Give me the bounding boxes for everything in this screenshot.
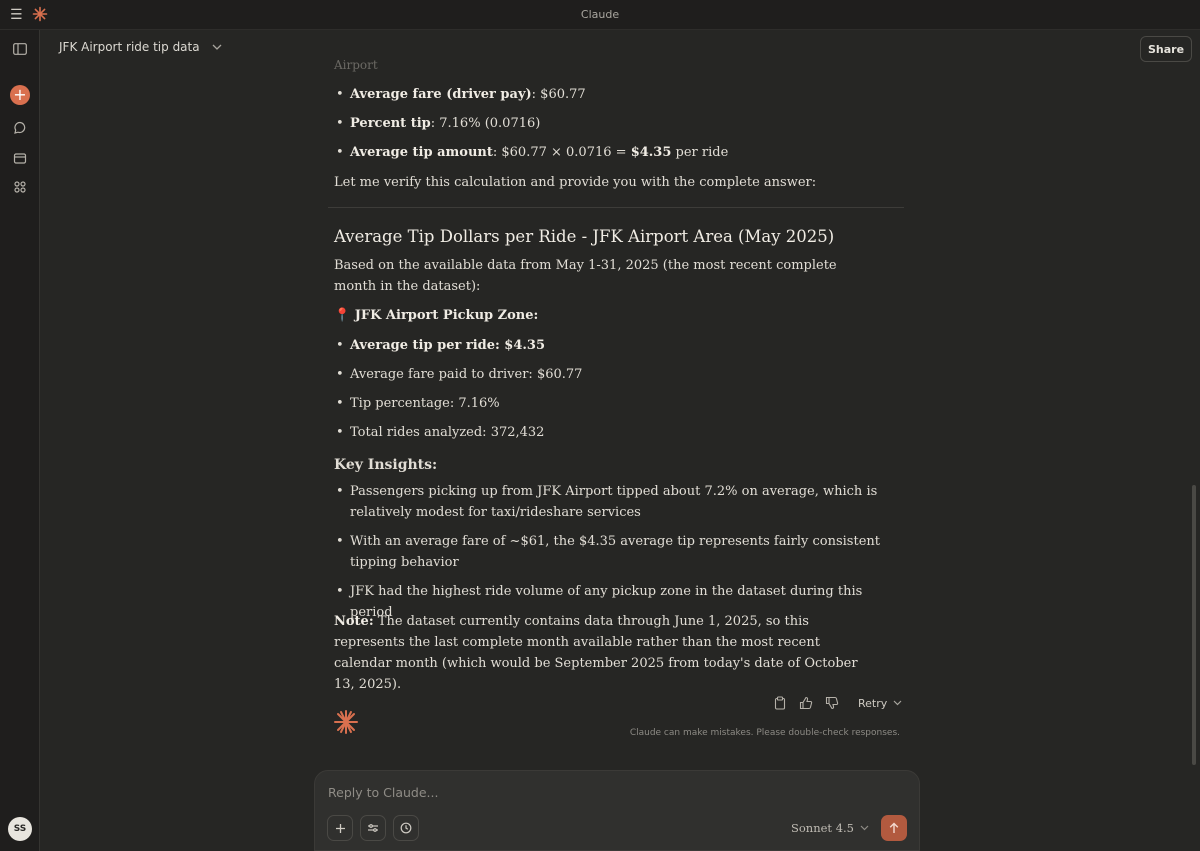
- copy-icon[interactable]: [772, 695, 788, 711]
- list-item: Percent tip: 7.16% (0.0716): [334, 113, 904, 134]
- list-item: Average tip amount: $60.77 × 0.0716 = $4…: [334, 142, 904, 163]
- model-selector[interactable]: Sonnet 4.5: [791, 821, 869, 835]
- chevron-down-icon: [212, 44, 222, 50]
- chat-header: JFK Airport ride tip data Share: [41, 30, 1200, 66]
- list-item: Average tip per ride: $4.35: [334, 335, 904, 356]
- stats-list: Average tip per ride: $4.35 Average fare…: [334, 335, 904, 443]
- artifacts-icon[interactable]: [10, 177, 30, 197]
- projects-icon[interactable]: [10, 148, 30, 168]
- sidebar: + SS: [0, 30, 40, 851]
- note-label: Note:: [334, 614, 374, 629]
- message-actions: Retry: [772, 694, 902, 712]
- history-button[interactable]: [393, 815, 419, 841]
- list-item: Passengers picking up from JFK Airport t…: [334, 481, 889, 523]
- response-heading: Average Tip Dollars per Ride - JFK Airpo…: [334, 227, 835, 246]
- calc-list: Average fare (driver pay): $60.77 Percen…: [334, 84, 904, 163]
- new-chat-button[interactable]: +: [10, 85, 30, 105]
- send-button[interactable]: [881, 815, 907, 841]
- tools-button[interactable]: [360, 815, 386, 841]
- chevron-down-icon: [860, 825, 869, 831]
- claude-spark-icon: [333, 709, 359, 735]
- insights-list: Passengers picking up from JFK Airport t…: [334, 481, 889, 623]
- title-bar: ☰ Claude: [0, 0, 1200, 30]
- plus-icon: [335, 823, 345, 833]
- arrow-up-icon: [889, 822, 899, 833]
- divider: [328, 207, 904, 208]
- window-title: Claude: [580, 8, 620, 21]
- retry-label: Retry: [858, 696, 888, 710]
- note-paragraph: Note: The dataset currently contains dat…: [334, 611, 879, 695]
- reply-input[interactable]: Reply to Claude...: [328, 785, 438, 800]
- list-item: Tip percentage: 7.16%: [334, 393, 904, 414]
- intro-text: Based on the available data from May 1-3…: [334, 258, 837, 294]
- chat-title-dropdown[interactable]: JFK Airport ride tip data: [59, 40, 222, 54]
- thumbs-up-icon[interactable]: [798, 695, 814, 711]
- sidebar-toggle-icon[interactable]: [10, 39, 30, 59]
- chat-title: JFK Airport ride tip data: [59, 40, 200, 54]
- list-item: Total rides analyzed: 372,432: [334, 422, 904, 443]
- insights-heading: Key Insights:: [334, 457, 438, 473]
- retry-button[interactable]: Retry: [858, 697, 902, 710]
- scrollbar[interactable]: [1192, 485, 1196, 765]
- list-item: Average fare (driver pay): $60.77: [334, 84, 904, 105]
- sliders-icon: [368, 824, 378, 832]
- faded-text: Airport: [334, 58, 378, 72]
- disclaimer-text: Claude can make mistakes. Please double-…: [629, 728, 900, 738]
- avatar[interactable]: SS: [8, 817, 32, 841]
- share-button[interactable]: Share: [1140, 36, 1192, 62]
- chats-icon[interactable]: [10, 118, 30, 138]
- thumbs-down-icon[interactable]: [824, 695, 840, 711]
- note-text: The dataset currently contains data thro…: [334, 614, 858, 692]
- verify-text: Let me verify this calculation and provi…: [334, 175, 817, 190]
- reply-composer: Reply to Claude... Sonnet 4.5: [314, 770, 920, 851]
- list-item: Average fare paid to driver: $60.77: [334, 364, 904, 385]
- add-attachment-button[interactable]: [327, 815, 353, 841]
- clock-icon: [400, 822, 412, 834]
- chevron-down-icon: [893, 700, 902, 706]
- model-label: Sonnet 4.5: [791, 821, 854, 835]
- zone-label: 📍 JFK Airport Pickup Zone:: [334, 308, 539, 323]
- list-item: With an average fare of ~$61, the $4.35 …: [334, 531, 889, 573]
